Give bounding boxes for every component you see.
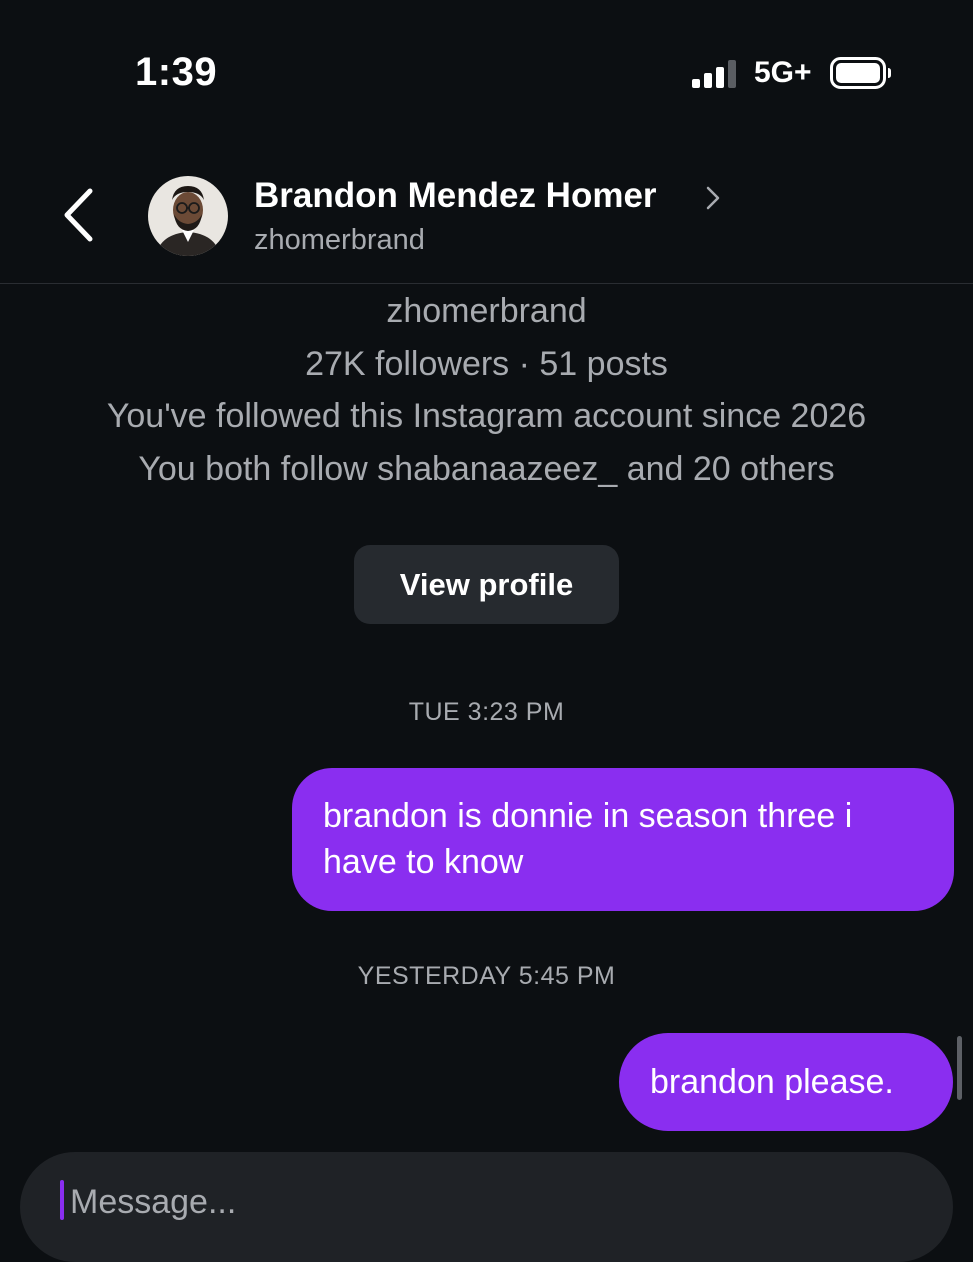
- outgoing-message-bubble[interactable]: brandon please.: [619, 1033, 953, 1131]
- message-input[interactable]: [70, 1180, 670, 1224]
- message-text: brandon please.: [650, 1063, 894, 1101]
- back-button[interactable]: [58, 186, 102, 244]
- profile-stats: 27K followers · 51 posts: [305, 345, 668, 383]
- contact-username: zhomerbrand: [254, 224, 425, 256]
- message-timestamp: YESTERDAY 5:45 PM: [357, 962, 616, 990]
- cellular-signal-icon: [692, 58, 742, 88]
- battery-icon: [830, 57, 891, 89]
- chevron-right-icon[interactable]: [703, 184, 723, 212]
- profile-username: zhomerbrand: [386, 292, 587, 330]
- text-caret: [60, 1180, 64, 1220]
- chevron-left-icon: [64, 188, 93, 242]
- contact-name[interactable]: Brandon Mendez Homer: [254, 176, 657, 216]
- scrollbar[interactable]: [957, 1036, 962, 1100]
- profile-mutual-followers: You both follow shabanaazeez_ and 20 oth…: [138, 450, 835, 488]
- network-type-label: 5G+: [754, 56, 812, 89]
- header-divider: [0, 283, 973, 284]
- outgoing-message-bubble[interactable]: brandon is donnie in season three i have…: [292, 768, 954, 911]
- view-profile-label: View profile: [399, 566, 574, 602]
- view-profile-button[interactable]: View profile: [354, 545, 619, 624]
- message-timestamp: TUE 3:23 PM: [408, 698, 565, 726]
- message-text: brandon is donnie in season three i have…: [323, 797, 853, 881]
- status-time: 1:39: [135, 50, 218, 94]
- avatar[interactable]: [148, 176, 228, 256]
- profile-followed-since: You've followed this Instagram account s…: [106, 397, 867, 435]
- message-composer[interactable]: [20, 1152, 953, 1262]
